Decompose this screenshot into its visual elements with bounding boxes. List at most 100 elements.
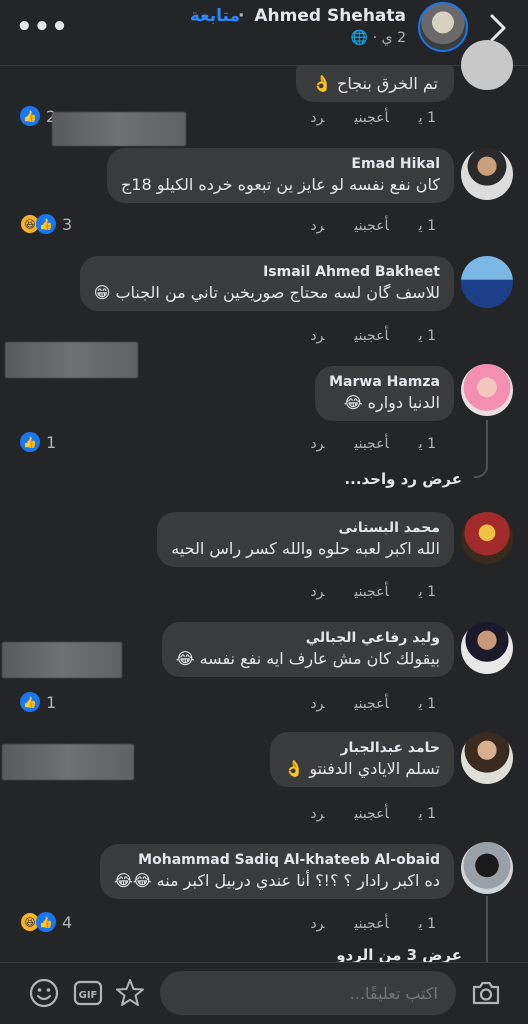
reply-link[interactable]: رد xyxy=(310,110,324,126)
commenter-name[interactable]: وليد رفاعي الجبالي xyxy=(176,630,440,646)
gif-icon[interactable]: GIF xyxy=(72,977,104,1009)
like-link[interactable]: أعجبني xyxy=(354,916,388,932)
like-link[interactable]: أعجبني xyxy=(354,696,388,712)
comment-time: 1 ي xyxy=(418,696,436,712)
reply-link[interactable]: رد xyxy=(310,218,324,234)
commenter-avatar[interactable] xyxy=(461,364,513,416)
comment-time: 1 ي xyxy=(418,110,436,126)
like-reaction-icon: 👍 xyxy=(36,912,56,932)
post-time: 2 ي · xyxy=(368,30,406,46)
reply-thread-line xyxy=(486,896,488,962)
reaction-summary[interactable]: 👍2 xyxy=(20,106,56,126)
comment-bubble: Marwa Hamza الدنيا دواره 😂 xyxy=(315,366,454,421)
reply-link[interactable]: رد xyxy=(310,916,324,932)
comment-time: 1 ي xyxy=(418,916,436,932)
commenter-name[interactable]: حامد عبدالجبار xyxy=(284,740,440,756)
comment-bubble: تم الخرق بنجاح 👌 xyxy=(296,66,454,102)
globe-icon: 🌐 xyxy=(350,30,369,46)
view-replies-link[interactable]: عرض رد واحد... xyxy=(344,470,462,488)
commenter-name[interactable]: Marwa Hamza xyxy=(329,374,440,390)
comment-time: 1 ي xyxy=(418,436,436,452)
commenter-name[interactable]: محمد البستانى xyxy=(171,520,440,536)
like-reaction-icon: 👍 xyxy=(36,214,56,234)
comment-bubble: Mohammad Sadiq Al-khateeb Al-obaid ده اك… xyxy=(100,844,454,899)
commenter-avatar[interactable] xyxy=(461,40,513,90)
commenter-avatar[interactable] xyxy=(461,732,513,784)
header-separator: · xyxy=(237,6,245,26)
like-link[interactable]: أعجبني xyxy=(354,584,388,600)
commenter-name[interactable]: Emad Hikal xyxy=(121,156,440,172)
reply-link[interactable]: رد xyxy=(310,696,324,712)
comment-time: 1 ي xyxy=(418,806,436,822)
comment-text: كان نفع نفسه لو عايز ين تبعوه خرده الكيل… xyxy=(120,175,440,194)
commenter-avatar[interactable] xyxy=(461,148,513,200)
comment-text: بيقولك كان مش عارف ايه نفع نفسه 😂 xyxy=(175,649,440,668)
comment-time: 1 ي xyxy=(418,218,436,234)
follow-link[interactable]: متابعة xyxy=(190,6,240,26)
like-reaction-icon: 👍 xyxy=(20,106,40,126)
commenter-avatar[interactable] xyxy=(461,842,513,894)
reaction-summary[interactable]: 👍 1 xyxy=(20,692,56,712)
like-link[interactable]: أعجبني xyxy=(354,110,388,126)
post-meta: 2 ي · 🌐 xyxy=(351,30,406,46)
comment-time: 1 ي xyxy=(418,584,436,600)
reply-link[interactable]: رد xyxy=(310,436,324,452)
comment-bubble: وليد رفاعي الجبالي بيقولك كان مش عارف اي… xyxy=(161,622,454,677)
more-dots-icon[interactable]: ••• xyxy=(16,12,69,42)
comment-actions: 1 ي أعجبني رد xyxy=(280,916,436,932)
comment-composer: GIF xyxy=(0,962,528,1024)
reaction-count: 4 xyxy=(62,912,73,932)
svg-text:GIF: GIF xyxy=(79,990,98,1001)
sticker-icon[interactable] xyxy=(114,977,146,1009)
comment-bubble: حامد عبدالجبار تسلم الايادي الدفنتو 👌 xyxy=(270,732,454,787)
reaction-count: 1 xyxy=(46,432,57,452)
comment-text: تسلم الايادي الدفنتو 👌 xyxy=(284,759,440,778)
comment-actions: 1 ي أعجبني رد xyxy=(280,696,436,712)
reply-thread-line xyxy=(474,420,488,478)
comment-actions: 1 ي أعجبني رد xyxy=(280,436,436,452)
comment-actions: 1 ي أعجبني رد xyxy=(280,218,436,234)
comment-input[interactable] xyxy=(160,971,456,1015)
comment-actions: 1 ي أعجبني رد xyxy=(280,110,436,126)
comment-text: ده اكبر رادار ؟ ؟!؟ أنا عندي دربيل اكبر … xyxy=(114,871,440,890)
author-name[interactable]: · Ahmed Shehata xyxy=(238,6,406,26)
reaction-summary[interactable]: 😆 👍 4 xyxy=(20,912,72,932)
comment-time: 1 ي xyxy=(418,328,436,344)
author-avatar[interactable] xyxy=(418,2,468,52)
commenter-avatar[interactable] xyxy=(461,256,513,308)
like-link[interactable]: أعجبني xyxy=(354,328,388,344)
reaction-count: 1 xyxy=(46,692,57,712)
comment-text: تم الخرق بنجاح 👌 xyxy=(312,74,438,93)
reaction-summary[interactable]: 👍 1 xyxy=(20,432,56,452)
reply-link[interactable]: رد xyxy=(310,328,324,344)
comment-bubble: محمد البستانى الله اكبر لعبه حلوه والله … xyxy=(157,512,454,567)
like-link[interactable]: أعجبني xyxy=(354,218,388,234)
commenter-name[interactable]: Mohammad Sadiq Al-khateeb Al-obaid xyxy=(114,852,440,868)
redacted-area xyxy=(52,112,186,146)
comment-actions: 1 ي أعجبني رد xyxy=(280,328,436,344)
reply-link[interactable]: رد xyxy=(310,584,324,600)
comment-actions: 1 ي أعجبني رد xyxy=(280,584,436,600)
redacted-area xyxy=(2,642,122,678)
emoji-icon[interactable] xyxy=(28,977,60,1009)
commenter-avatar[interactable] xyxy=(461,512,513,564)
comment-actions: 1 ي أعجبني رد xyxy=(280,806,436,822)
commenter-name[interactable]: Ismail Ahmed Bakheet xyxy=(94,264,440,280)
redacted-area xyxy=(2,744,134,780)
redacted-area xyxy=(5,342,138,378)
commenter-avatar[interactable] xyxy=(461,622,513,674)
reply-link[interactable]: رد xyxy=(310,806,324,822)
camera-icon[interactable] xyxy=(470,977,502,1009)
post-header: ••• متابعة · Ahmed Shehata 2 ي · 🌐 xyxy=(0,0,528,66)
like-reaction-icon: 👍 xyxy=(20,432,40,452)
like-link[interactable]: أعجبني xyxy=(354,806,388,822)
comment-text: الله اكبر لعبه حلوه والله كسر راس الحيه xyxy=(171,539,440,558)
reaction-summary[interactable]: 😆 👍 3 xyxy=(20,214,72,234)
author-name-text: Ahmed Shehata xyxy=(254,6,406,26)
comment-text: الدنيا دواره 😂 xyxy=(343,393,440,412)
comment-text: للاسف گان لسه محتاج صوريخين تاني من الجن… xyxy=(93,283,440,302)
comment-bubble: Emad Hikal كان نفع نفسه لو عايز ين تبعوه… xyxy=(106,148,454,203)
comment-bubble: Ismail Ahmed Bakheet للاسف گان لسه محتاج… xyxy=(79,256,454,311)
like-link[interactable]: أعجبني xyxy=(354,436,388,452)
reaction-count: 3 xyxy=(62,214,73,234)
